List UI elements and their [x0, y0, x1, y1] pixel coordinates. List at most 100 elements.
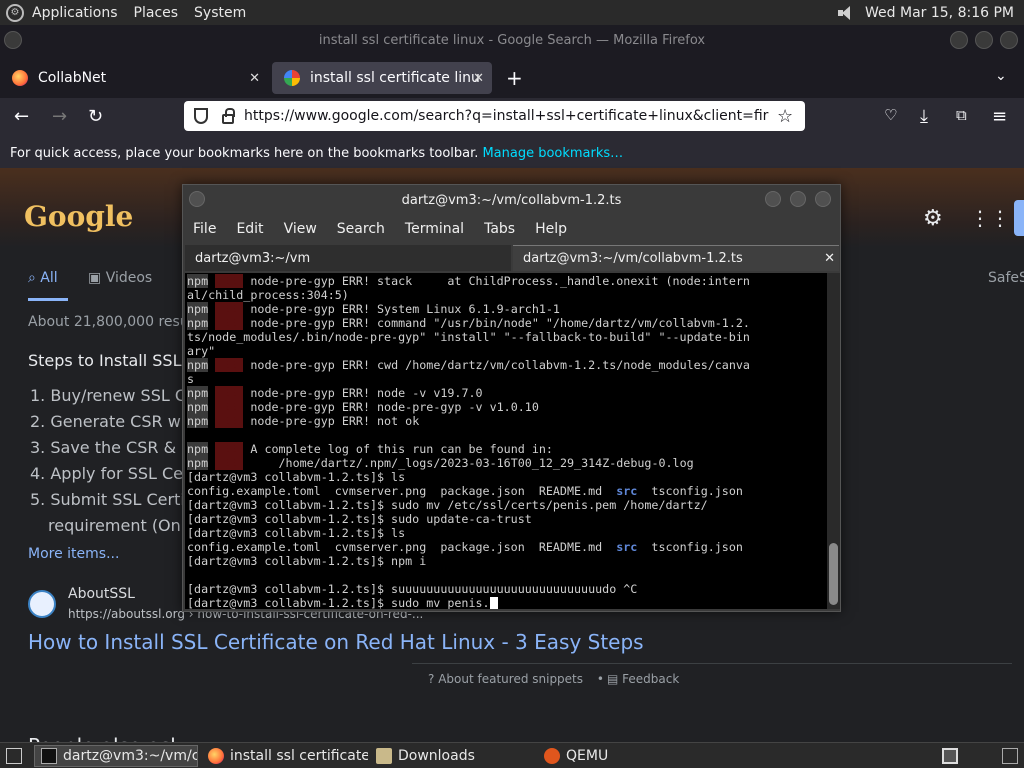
close-tab-icon[interactable]: ✕ [824, 251, 835, 266]
applications-menu[interactable]: Applications [24, 5, 126, 21]
clock[interactable]: Wed Mar 15, 8:16 PM [865, 5, 1014, 21]
settings-gear-icon[interactable]: ⚙ [923, 206, 943, 231]
folder-icon [376, 748, 392, 764]
result-title-link[interactable]: How to Install SSL Certificate on Red Ha… [28, 630, 644, 654]
npm-err-tag: ERR! [215, 400, 244, 414]
terminal-tab-collabvm[interactable]: dartz@vm3:~/vm/collabvm-1.2.ts ✕ [513, 245, 839, 271]
menu-terminal[interactable]: Terminal [395, 221, 474, 237]
back-icon[interactable]: ← [14, 106, 29, 127]
help-icon: ? [428, 672, 435, 686]
tab-all[interactable]: ⌕ All [28, 270, 58, 286]
list-item: 5. Submit SSL Certific [30, 490, 204, 509]
reload-icon[interactable]: ↻ [88, 106, 103, 127]
taskbar-item-firefox[interactable]: install ssl certificate ... [202, 745, 368, 767]
terminal-line: npm ERR! node-pre-gyp ERR! stack at Chil… [187, 274, 750, 288]
about-featured-snippets-link[interactable]: ? About featured snippets • [428, 672, 604, 686]
terminal-line: [dartz@vm3 collabvm-1.2.ts]$ sudo mv /et… [187, 498, 708, 512]
menu-help[interactable]: Help [525, 221, 577, 237]
distro-logo-icon[interactable]: ⚙ [6, 3, 24, 22]
downloads-icon[interactable]: ⤓ [920, 106, 928, 127]
terminal-menu-button[interactable] [189, 191, 205, 207]
tracking-protection-icon[interactable] [194, 108, 208, 124]
terminal-tab-vm[interactable]: dartz@vm3:~/vm [185, 245, 511, 271]
text-cursor [489, 597, 498, 609]
npm-err-tag: ERR! [215, 456, 244, 470]
trash-button[interactable] [996, 745, 1020, 767]
workspace-switcher[interactable] [936, 745, 960, 767]
site-name[interactable]: AboutSSL [68, 586, 135, 602]
new-tab-button[interactable]: + [506, 66, 523, 90]
npm-err-tag: ERR! [215, 358, 244, 372]
close-tab-icon[interactable]: ✕ [473, 71, 484, 86]
terminal-window[interactable]: dartz@vm3:~/vm/collabvm-1.2.ts File Edit… [182, 184, 841, 612]
tab-videos[interactable]: ▣ Videos [88, 270, 152, 286]
safesearch-toggle[interactable]: SafeS [988, 270, 1024, 286]
app-menu-icon[interactable]: ≡ [992, 106, 1007, 127]
qemu-icon [544, 748, 560, 764]
terminal-line: npm ERR! node-pre-gyp ERR! node -v v19.7… [187, 386, 483, 400]
lock-icon[interactable] [222, 107, 235, 124]
volume-icon[interactable] [837, 5, 855, 21]
feedback-link[interactable]: ▤ Feedback [607, 672, 679, 686]
url-bar[interactable]: https://www.google.com/search?q=install+… [184, 101, 805, 131]
pocket-icon[interactable]: ♡ [884, 106, 897, 124]
system-menu[interactable]: System [186, 5, 254, 21]
list-item: 1. Buy/renew SSL Cer [30, 386, 203, 405]
google-logo[interactable]: Google [24, 200, 133, 233]
forward-icon[interactable]: → [52, 106, 67, 127]
terminal-line: npm ERR! node-pre-gyp ERR! cwd /home/dar… [187, 358, 750, 372]
npm-err-tag: ERR! [215, 414, 244, 428]
terminal-minimize-button[interactable] [765, 191, 781, 207]
places-menu[interactable]: Places [126, 5, 187, 21]
terminal-maximize-button[interactable] [790, 191, 806, 207]
terminal-line: npm ERR! node-pre-gyp ERR! command "/usr… [187, 316, 750, 330]
terminal-output[interactable]: npm ERR! node-pre-gyp ERR! stack at Chil… [185, 273, 827, 609]
terminal-scrollbar[interactable] [827, 273, 840, 609]
google-apps-icon[interactable]: ⋮⋮ [970, 206, 1010, 230]
terminal-line: [dartz@vm3 collabvm-1.2.ts]$ ls [187, 526, 406, 540]
firefox-icon [12, 70, 28, 86]
menu-tabs[interactable]: Tabs [474, 221, 525, 237]
terminal-titlebar[interactable]: dartz@vm3:~/vm/collabvm-1.2.ts [183, 185, 840, 215]
npm-prefix: npm [187, 316, 209, 330]
featured-snippet-steps: 1. Buy/renew SSL Cer 2. Generate CSR wit… [30, 386, 205, 542]
directory-entry: src [616, 484, 638, 498]
firefox-titlebar: install ssl certificate linux - Google S… [0, 25, 1024, 56]
extensions-icon[interactable]: ⧉ [956, 106, 967, 124]
list-item: 2. Generate CSR with [30, 412, 202, 431]
menu-search[interactable]: Search [327, 221, 395, 237]
menu-edit[interactable]: Edit [226, 221, 273, 237]
directory-entry: src [616, 540, 638, 554]
list-all-tabs-icon[interactable]: ⌄ [995, 68, 1007, 84]
url-text[interactable]: https://www.google.com/search?q=install+… [244, 108, 769, 124]
tab-collabnet[interactable]: CollabNet ✕ [0, 62, 268, 94]
list-item: requirement (Only f [48, 516, 206, 535]
menu-file[interactable]: File [183, 221, 226, 237]
sign-in-button[interactable] [1014, 200, 1024, 236]
close-tab-icon[interactable]: ✕ [249, 71, 260, 86]
workspace-icon [942, 748, 958, 764]
terminal-line: al/child_process:304:5) [187, 288, 349, 302]
manage-bookmarks-link[interactable]: Manage bookmarks… [482, 146, 623, 161]
maximize-button[interactable] [975, 31, 993, 49]
menu-view[interactable]: View [274, 221, 327, 237]
taskbar-item-terminal[interactable]: dartz@vm3:~/vm/c... [34, 745, 198, 767]
tab-google-search[interactable]: install ssl certificate linux - G ✕ [272, 62, 492, 94]
terminal-close-button[interactable] [815, 191, 831, 207]
tab-label: install ssl certificate linux - G [310, 70, 480, 86]
more-items-link[interactable]: More items... [28, 546, 119, 562]
terminal-line: [dartz@vm3 collabvm-1.2.ts]$ ls [187, 470, 406, 484]
window-menu-button[interactable] [4, 31, 22, 49]
close-window-button[interactable] [1000, 31, 1018, 49]
npm-err-tag: ERR! [215, 274, 244, 288]
scrollbar-thumb[interactable] [829, 543, 838, 605]
minimize-button[interactable] [950, 31, 968, 49]
taskbar-item-downloads[interactable]: Downloads [370, 745, 536, 767]
taskbar-item-qemu[interactable]: QEMU [538, 745, 704, 767]
trash-icon [1002, 748, 1018, 764]
terminal-line: ary" [187, 344, 216, 358]
bookmark-star-icon[interactable]: ☆ [777, 106, 793, 127]
terminal-line: [dartz@vm3 collabvm-1.2.ts]$ npm i [187, 554, 427, 568]
show-desktop-button[interactable] [0, 745, 32, 767]
